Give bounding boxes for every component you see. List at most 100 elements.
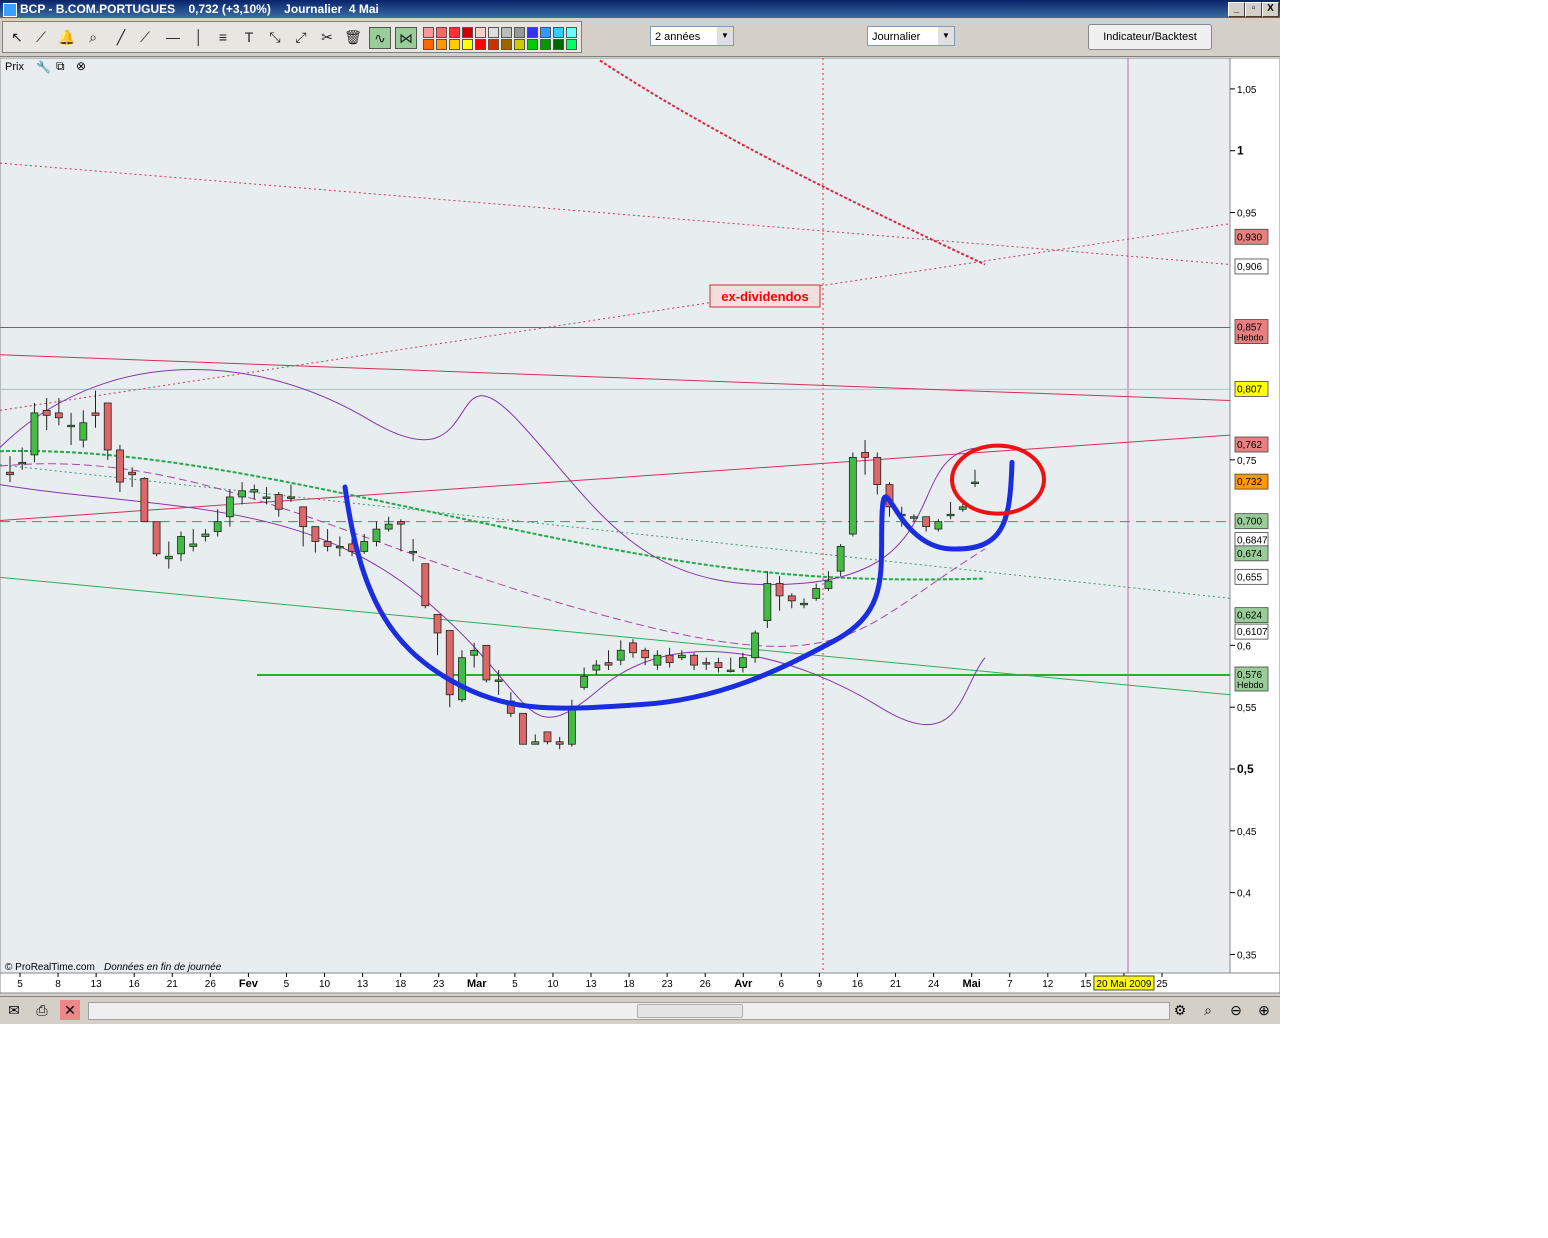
candle-body bbox=[311, 526, 320, 542]
color-swatch[interactable] bbox=[553, 27, 564, 38]
color-swatch[interactable] bbox=[436, 27, 447, 38]
indicator-backtest-button[interactable]: Indicateur/Backtest bbox=[1088, 24, 1212, 50]
horizontal-scrollbar[interactable] bbox=[88, 1002, 1170, 1020]
restore-button[interactable]: ▫ bbox=[1245, 2, 1262, 17]
scroll-thumb[interactable] bbox=[637, 1004, 743, 1018]
plot-area bbox=[0, 58, 1231, 974]
color-swatch[interactable] bbox=[527, 39, 538, 50]
panel-label: Prix bbox=[5, 61, 24, 73]
color-swatch[interactable] bbox=[540, 39, 551, 50]
color-swatch[interactable] bbox=[462, 27, 473, 38]
color-swatch[interactable] bbox=[423, 27, 434, 38]
candle-body bbox=[848, 456, 857, 535]
time-tick-label: 13 bbox=[91, 979, 103, 990]
zoom-icon[interactable]: ⌕ bbox=[83, 27, 103, 47]
candle-body bbox=[934, 521, 943, 530]
disconnect-icon[interactable]: ✕ bbox=[60, 1000, 80, 1020]
candle-body bbox=[177, 536, 185, 555]
color-swatch[interactable] bbox=[540, 27, 551, 38]
color-swatch[interactable] bbox=[488, 27, 499, 38]
window-icon[interactable]: ⧉ bbox=[56, 59, 65, 74]
chart-style-icon[interactable]: ∿ bbox=[369, 27, 391, 49]
footer-copyright: © ProRealTime.com bbox=[5, 962, 95, 973]
candle-body bbox=[739, 657, 747, 668]
color-swatch[interactable] bbox=[566, 39, 577, 50]
color-swatch[interactable] bbox=[501, 27, 512, 38]
close-icon[interactable]: ⊗ bbox=[76, 59, 86, 73]
candle-body bbox=[299, 506, 308, 528]
color-swatch[interactable] bbox=[566, 27, 577, 38]
color-swatch[interactable] bbox=[527, 27, 538, 38]
pointer-icon[interactable]: ↖ bbox=[7, 27, 27, 47]
price-label: 0,732 bbox=[1237, 477, 1262, 488]
color-swatch[interactable] bbox=[449, 39, 460, 50]
trash-icon[interactable]: 🗑 bbox=[343, 27, 363, 47]
color-swatch[interactable] bbox=[475, 27, 486, 38]
color-swatch[interactable] bbox=[553, 39, 564, 50]
time-tick-label: 9 bbox=[817, 979, 823, 990]
candle-body bbox=[861, 452, 869, 458]
candle-body bbox=[323, 541, 332, 547]
zoom-out-icon[interactable]: ⊖ bbox=[1226, 1000, 1246, 1020]
text-tool-icon[interactable]: T bbox=[239, 27, 259, 47]
alert-bell-icon[interactable]: 🔔 bbox=[57, 27, 77, 47]
candle-body bbox=[360, 541, 369, 552]
candle-body bbox=[763, 583, 772, 622]
candle-body bbox=[250, 489, 259, 493]
mail-icon[interactable]: ✉ bbox=[4, 1000, 24, 1020]
ruler-icon[interactable]: ⟋ bbox=[31, 27, 51, 47]
arrow-tool-icon[interactable]: ⤡ bbox=[265, 27, 285, 47]
period-select[interactable]: 2 années ▼ bbox=[650, 26, 734, 46]
candle-body bbox=[812, 588, 821, 599]
color-swatch[interactable] bbox=[488, 39, 499, 50]
print-icon[interactable]: ⎙ bbox=[32, 1000, 52, 1020]
candle-body bbox=[616, 649, 625, 661]
time-tick-label: Mai bbox=[962, 978, 980, 990]
close-button[interactable]: X bbox=[1262, 2, 1279, 17]
title-bar: BCP - B.COM.PORTUGUES 0,732 (+3,10%) Jou… bbox=[0, 0, 1280, 18]
price-label: 0,807 bbox=[1237, 384, 1262, 395]
candle-body bbox=[567, 709, 576, 745]
line-tool-icon[interactable]: ╱ bbox=[111, 27, 131, 47]
candle-body bbox=[79, 422, 88, 441]
candle-body bbox=[116, 449, 124, 483]
drawing-tools: ↖ ⟋ 🔔 ⌕ ╱ ⟋ — │ ≡ T ⤡ ⤢ ✂ 🗑 ∿ ⋈ bbox=[2, 21, 582, 53]
horizontal-line-icon[interactable]: — bbox=[163, 27, 183, 47]
candle-body bbox=[580, 675, 589, 688]
minimize-button[interactable]: _ bbox=[1228, 2, 1245, 17]
pattern-icon[interactable]: ⋈ bbox=[395, 27, 417, 49]
candle-body bbox=[433, 614, 442, 634]
candle-body bbox=[42, 409, 51, 416]
interval-select[interactable]: Journalier ▼ bbox=[867, 26, 955, 46]
color-swatch[interactable] bbox=[475, 39, 486, 50]
price-label-sub: Hebdo bbox=[1237, 680, 1264, 690]
time-tick-label: 5 bbox=[284, 979, 290, 990]
color-swatch[interactable] bbox=[514, 27, 525, 38]
wrench-icon[interactable]: 🔧 bbox=[36, 60, 51, 74]
time-tick-label: 18 bbox=[395, 979, 407, 990]
price-label: 0,700 bbox=[1237, 517, 1262, 528]
zoom-fit-icon[interactable]: ⌕ bbox=[1198, 1000, 1218, 1020]
color-swatch[interactable] bbox=[449, 27, 460, 38]
candle-body bbox=[128, 471, 137, 476]
fibonacci-icon[interactable]: ⤢ bbox=[291, 27, 311, 47]
vertical-line-icon[interactable]: │ bbox=[189, 27, 209, 47]
color-swatch[interactable] bbox=[436, 39, 447, 50]
channel-icon[interactable]: ≡ bbox=[213, 27, 233, 47]
time-tick-label: 16 bbox=[852, 979, 864, 990]
color-swatch[interactable] bbox=[501, 39, 512, 50]
zoom-in-icon[interactable]: ⊕ bbox=[1254, 1000, 1274, 1020]
color-swatch[interactable] bbox=[462, 39, 473, 50]
color-swatch[interactable] bbox=[423, 39, 434, 50]
color-swatch[interactable] bbox=[514, 39, 525, 50]
chevron-down-icon: ▼ bbox=[938, 27, 954, 45]
price-label: 0,930 bbox=[1237, 232, 1262, 243]
candle-body bbox=[690, 654, 698, 666]
tools-icon[interactable]: ✂ bbox=[317, 27, 337, 47]
candle-body bbox=[665, 654, 674, 664]
settings-icon[interactable]: ⚙ bbox=[1170, 1000, 1190, 1020]
trendline-icon[interactable]: ⟋ bbox=[135, 27, 155, 47]
time-tick-label: 15 bbox=[1080, 979, 1092, 990]
price-tick-label: 1 bbox=[1237, 144, 1244, 158]
candle-body bbox=[726, 669, 735, 672]
